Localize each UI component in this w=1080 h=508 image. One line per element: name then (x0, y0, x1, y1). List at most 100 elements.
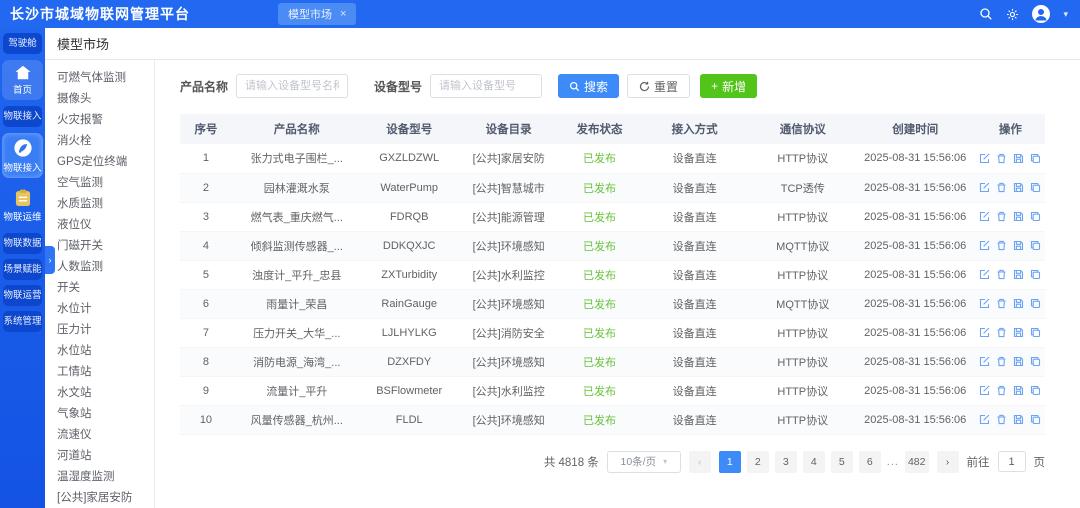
delete-icon[interactable] (996, 385, 1007, 396)
category-item[interactable]: 水位计 (45, 299, 154, 320)
search-icon[interactable] (979, 7, 993, 21)
sidebar-item[interactable]: 物联运维 (2, 184, 43, 227)
delete-icon[interactable] (996, 153, 1007, 164)
sidebar-item[interactable]: 物联接入 (3, 106, 42, 127)
category-item[interactable]: 温湿度监测 (45, 467, 154, 488)
category-item[interactable]: 门磁开关 (45, 236, 154, 257)
device-model-input[interactable] (430, 74, 542, 98)
caret-down-icon[interactable]: ▾ (1063, 9, 1068, 20)
sidebar-item[interactable]: 物联运营 (3, 285, 42, 306)
delete-icon[interactable] (996, 211, 1007, 222)
add-button[interactable]: + 新增 (700, 74, 757, 98)
save-icon[interactable] (1013, 153, 1024, 164)
cell-name: 雨量计_荣昌 (232, 289, 362, 318)
page-button-482[interactable]: 482 (905, 451, 929, 473)
save-icon[interactable] (1013, 211, 1024, 222)
category-item[interactable]: 压力计 (45, 320, 154, 341)
copy-icon[interactable] (1030, 240, 1041, 251)
edit-icon[interactable] (979, 269, 990, 280)
sidebar-item[interactable]: 物联接入 (2, 133, 43, 178)
edit-icon[interactable] (979, 385, 990, 396)
category-item[interactable]: 流速仪 (45, 425, 154, 446)
edit-icon[interactable] (979, 327, 990, 338)
category-item[interactable]: 摄像头 (45, 89, 154, 110)
category-item[interactable]: 工情站 (45, 362, 154, 383)
category-item[interactable]: 水文站 (45, 383, 154, 404)
page-button-5[interactable]: 5 (831, 451, 853, 473)
save-icon[interactable] (1013, 298, 1024, 309)
category-item[interactable]: 河道站 (45, 446, 154, 467)
page-button-3[interactable]: 3 (775, 451, 797, 473)
page-button-4[interactable]: 4 (803, 451, 825, 473)
jump-page-input[interactable] (998, 451, 1026, 472)
navbar: 长沙市城域物联网管理平台 模型市场 × ▾ (0, 0, 1080, 28)
table-row: 10风量传感器_杭州...FLDL[公共]环境感知已发布设备直连HTTP协议20… (180, 405, 1045, 434)
copy-icon[interactable] (1030, 327, 1041, 338)
delete-icon[interactable] (996, 240, 1007, 251)
delete-icon[interactable] (996, 269, 1007, 280)
category-item[interactable]: 人数监测 (45, 257, 154, 278)
category-item[interactable]: 消火栓 (45, 131, 154, 152)
copy-icon[interactable] (1030, 211, 1041, 222)
copy-icon[interactable] (1030, 153, 1041, 164)
product-name-input[interactable] (236, 74, 348, 98)
delete-icon[interactable] (996, 356, 1007, 367)
page-button-6[interactable]: 6 (859, 451, 881, 473)
close-icon[interactable]: × (340, 8, 346, 20)
copy-icon[interactable] (1030, 356, 1041, 367)
prev-page-button[interactable]: ‹ (689, 451, 711, 473)
page-button-2[interactable]: 2 (747, 451, 769, 473)
copy-icon[interactable] (1030, 298, 1041, 309)
category-item[interactable]: 气象站 (45, 404, 154, 425)
category-item[interactable]: 可燃气体监测 (45, 68, 154, 89)
cell-name: 燃气表_重庆燃气... (232, 202, 362, 231)
delete-icon[interactable] (996, 298, 1007, 309)
save-icon[interactable] (1013, 385, 1024, 396)
cell-seq: 8 (180, 347, 232, 376)
category-item[interactable]: 水质监测 (45, 194, 154, 215)
next-page-button[interactable]: › (937, 451, 959, 473)
category-item[interactable]: 空气监测 (45, 173, 154, 194)
page-size-select[interactable]: 10条/页 ▾ (607, 451, 681, 473)
cell-seq: 5 (180, 260, 232, 289)
page-button-1[interactable]: 1 (719, 451, 741, 473)
category-item[interactable]: 火灾报警 (45, 110, 154, 131)
save-icon[interactable] (1013, 182, 1024, 193)
sidebar-item[interactable]: 系统管理 (3, 311, 42, 332)
copy-icon[interactable] (1030, 269, 1041, 280)
avatar[interactable] (1032, 5, 1050, 23)
sidebar-item[interactable]: 场景赋能 (3, 259, 42, 280)
edit-icon[interactable] (979, 153, 990, 164)
edit-icon[interactable] (979, 182, 990, 193)
save-icon[interactable] (1013, 269, 1024, 280)
delete-icon[interactable] (996, 327, 1007, 338)
save-icon[interactable] (1013, 327, 1024, 338)
copy-icon[interactable] (1030, 414, 1041, 425)
delete-icon[interactable] (996, 182, 1007, 193)
edit-icon[interactable] (979, 414, 990, 425)
category-item[interactable]: GPS定位终端 (45, 152, 154, 173)
category-item[interactable]: [公共]家居安防 (45, 488, 154, 508)
sidebar-item[interactable]: 首页 (2, 60, 43, 100)
save-icon[interactable] (1013, 240, 1024, 251)
delete-icon[interactable] (996, 414, 1007, 425)
reset-button[interactable]: 重置 (627, 74, 690, 98)
tab-model-market[interactable]: 模型市场 × (278, 3, 356, 25)
category-item[interactable]: 水位站 (45, 341, 154, 362)
sidebar-item[interactable]: 驾驶舱 (3, 33, 42, 54)
sidebar-item[interactable]: 物联数据 (3, 233, 42, 254)
save-icon[interactable] (1013, 356, 1024, 367)
collapse-handle[interactable]: › (45, 246, 55, 274)
copy-icon[interactable] (1030, 385, 1041, 396)
edit-icon[interactable] (979, 240, 990, 251)
search-button[interactable]: 搜索 (558, 74, 619, 98)
edit-icon[interactable] (979, 356, 990, 367)
edit-icon[interactable] (979, 298, 990, 309)
category-item[interactable]: 开关 (45, 278, 154, 299)
save-icon[interactable] (1013, 414, 1024, 425)
add-button-label: 新增 (722, 78, 746, 95)
gear-icon[interactable] (1006, 8, 1019, 21)
copy-icon[interactable] (1030, 182, 1041, 193)
category-item[interactable]: 液位仪 (45, 215, 154, 236)
edit-icon[interactable] (979, 211, 990, 222)
